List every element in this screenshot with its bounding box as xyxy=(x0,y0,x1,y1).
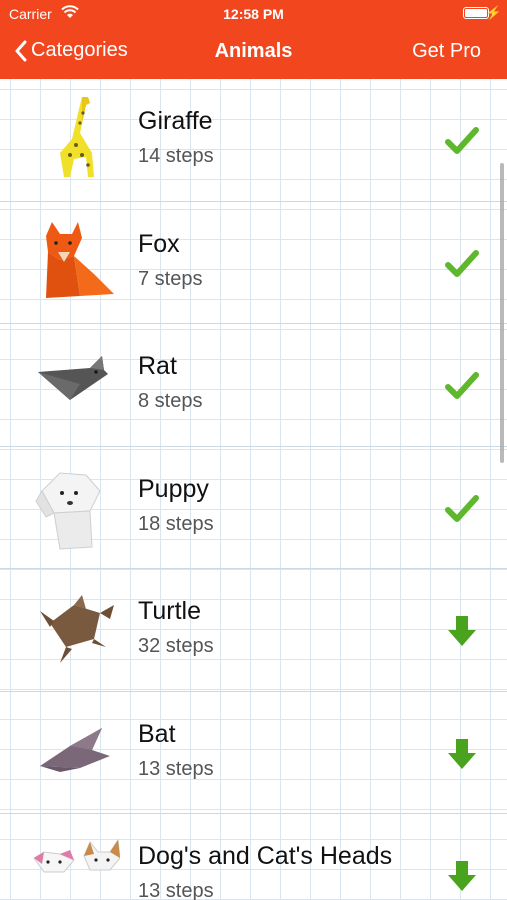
list-item[interactable]: Rat 8 steps xyxy=(0,324,507,447)
list-item[interactable]: Dog's and Cat's Heads 13 steps xyxy=(0,814,507,900)
charging-bolt-icon: ⚡ xyxy=(485,5,502,20)
item-steps: 7 steps xyxy=(138,267,203,290)
item-steps: 8 steps xyxy=(138,390,203,412)
checkmark-icon xyxy=(445,494,479,522)
download-arrow-icon[interactable] xyxy=(445,614,479,648)
list-item[interactable]: Puppy 18 steps xyxy=(0,447,507,569)
chevron-left-icon xyxy=(15,40,27,61)
back-button-label: Categories xyxy=(31,39,128,61)
item-name: Fox xyxy=(138,229,180,258)
status-bar: Carrier 12:58 PM ⚡ xyxy=(0,0,507,28)
item-steps: 13 steps xyxy=(138,757,214,780)
item-name: Bat xyxy=(138,719,176,748)
fox-origami-icon xyxy=(46,221,114,298)
item-name: Puppy xyxy=(138,474,209,503)
animal-list[interactable]: Giraffe 14 steps Fox 7 steps Rat 8 steps xyxy=(0,79,507,900)
top-bar: Carrier 12:58 PM ⚡ Categories Animals Ge… xyxy=(0,0,507,79)
get-pro-button[interactable]: Get Pro xyxy=(412,40,481,63)
item-name: Dog's and Cat's Heads xyxy=(138,842,393,870)
item-name: Giraffe xyxy=(138,107,213,135)
list-item[interactable]: Fox 7 steps xyxy=(0,202,507,324)
battery-level xyxy=(465,9,487,17)
list-item[interactable]: Giraffe 14 steps xyxy=(0,79,507,202)
item-name: Turtle xyxy=(138,597,201,625)
item-steps: 13 steps xyxy=(138,880,214,900)
download-arrow-icon[interactable] xyxy=(445,859,479,893)
puppy-origami-icon xyxy=(35,471,101,550)
back-button[interactable]: Categories xyxy=(14,39,128,62)
item-steps: 14 steps xyxy=(138,145,214,167)
list-item[interactable]: Bat 13 steps xyxy=(0,692,507,814)
turtle-origami-icon xyxy=(40,595,114,663)
list-item[interactable]: Turtle 32 steps xyxy=(0,569,507,692)
status-time: 12:58 PM xyxy=(223,6,284,22)
checkmark-icon xyxy=(445,372,479,399)
item-steps: 18 steps xyxy=(138,512,214,535)
navigation-bar: Categories Animals Get Pro xyxy=(0,30,507,74)
giraffe-origami-icon xyxy=(60,97,94,177)
item-name: Rat xyxy=(138,352,177,380)
rat-origami-icon xyxy=(38,356,108,400)
dog-cat-heads-origami-icon xyxy=(33,838,120,873)
scrollbar[interactable] xyxy=(500,163,504,463)
download-arrow-icon[interactable] xyxy=(445,737,479,771)
bat-origami-icon xyxy=(40,727,110,772)
item-steps: 32 steps xyxy=(138,635,214,657)
checkmark-icon xyxy=(445,127,479,154)
checkmark-icon xyxy=(445,249,479,277)
